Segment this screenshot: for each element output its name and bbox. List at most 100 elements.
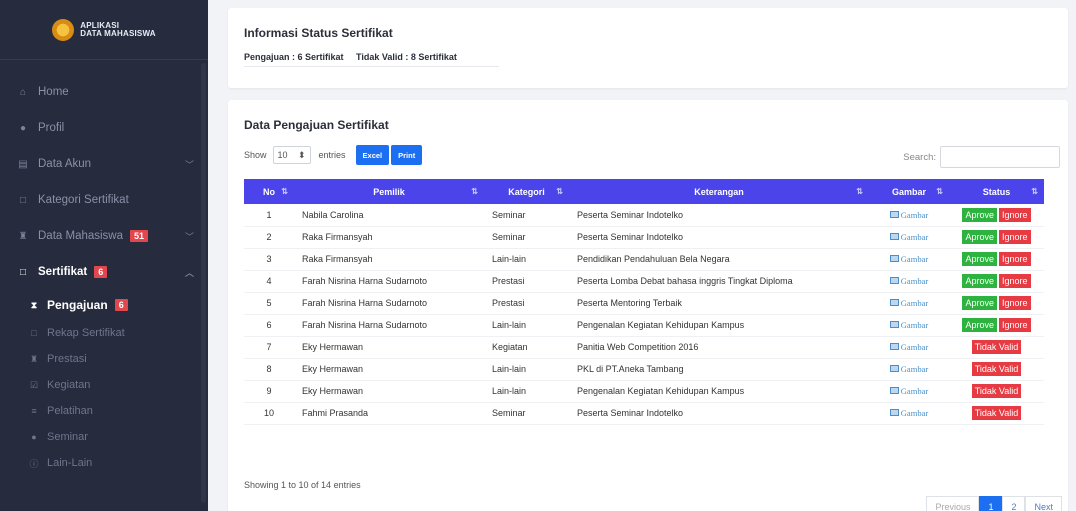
- print-button[interactable]: Print: [391, 145, 423, 165]
- image-icon: [889, 211, 899, 218]
- cell-no: 10: [244, 402, 294, 425]
- entries-select[interactable]: 10 ⬍: [272, 146, 311, 164]
- sidebar-item-sertifikat[interactable]: □ Sertifikat 6 ︿: [0, 254, 208, 290]
- image-icon: [889, 365, 899, 373]
- cell-status: Tidak Valid: [949, 358, 1044, 381]
- cell-kategori: Seminar: [484, 402, 569, 425]
- table-row: 9 Eky Hermawan Lain-lain Pengenalan Kegiata…: [244, 380, 1044, 403]
- ignore-button[interactable]: Ignore: [999, 207, 1031, 222]
- sidebar: APLIKASI DATA MAHASISWA ⌂ Home ● Profil …: [0, 0, 208, 511]
- ignore-button[interactable]: Ignore: [999, 296, 1031, 310]
- cell-gambar: Gambar: [869, 314, 949, 337]
- square-icon: □: [19, 194, 27, 206]
- sidebar-subitem-seminar[interactable]: ● Seminar: [0, 424, 208, 450]
- cell-pemilik: Farah Nisrina Harna Sudarnoto: [294, 270, 484, 293]
- column-header-kategori[interactable]: Kategori ⇅: [484, 179, 569, 204]
- gambar-link[interactable]: Gambar: [889, 386, 928, 396]
- cell-status: Aprove Ignore: [949, 270, 1044, 293]
- sidebar-subitem-lain-lain[interactable]: ⓘ Lain-Lain: [0, 450, 208, 476]
- cell-status: Aprove Ignore: [949, 314, 1044, 337]
- page-2-button[interactable]: 2: [1002, 496, 1026, 511]
- cell-no: 3: [244, 248, 294, 271]
- approve-button[interactable]: Aprove: [962, 318, 997, 332]
- gambar-link[interactable]: Gambar: [889, 232, 928, 242]
- ignore-button[interactable]: Ignore: [999, 252, 1031, 266]
- count-badge: 6: [94, 266, 108, 278]
- cell-status: Aprove Ignore: [949, 248, 1044, 271]
- sidebar-subitem-prestasi[interactable]: ♜ Prestasi: [0, 346, 208, 372]
- cell-kategori: Seminar: [484, 204, 569, 227]
- gambar-link[interactable]: Gambar: [889, 298, 928, 308]
- sidebar-item-data-akun[interactable]: ▤ Data Akun ﹀: [0, 146, 208, 182]
- sidebar-item-data-mahasiswa[interactable]: ♜ Data Mahasiswa 51 ﹀: [0, 218, 208, 254]
- gambar-link[interactable]: Gambar: [889, 407, 929, 418]
- cell-keterangan: Peserta Mentoring Terbaik: [569, 292, 869, 315]
- image-icon: [889, 233, 899, 241]
- table-row: 4 Farah Nisrina Harna Sudarnoto Prestasi Pe…: [244, 270, 1044, 293]
- sidebar-item-label: Kegiatan: [47, 379, 91, 391]
- status-card: Informasi Status Sertifikat Pengajuan : …: [228, 8, 1068, 88]
- sidebar-subitem-kegiatan[interactable]: ☑ Kegiatan: [0, 372, 208, 398]
- approve-button[interactable]: Aprove: [962, 207, 997, 222]
- sort-icon: ⇅: [281, 187, 288, 196]
- brand[interactable]: APLIKASI DATA MAHASISWA: [0, 0, 208, 60]
- gambar-link[interactable]: Gambar: [889, 320, 928, 330]
- sidebar-subitem-pengajuan[interactable]: ⧗ Pengajuan 6: [0, 290, 208, 320]
- table-row: 5 Farah Nisrina Harna Sudarnoto Prestasi Pe…: [244, 292, 1044, 315]
- sidebar-scrollbar[interactable]: [201, 63, 206, 503]
- column-header-gambar[interactable]: Gambar ⇅: [869, 179, 949, 204]
- sort-icon: ⇅: [856, 187, 863, 196]
- gambar-label: Gambar: [900, 275, 929, 286]
- image-icon: [889, 277, 899, 285]
- sidebar-item-profil[interactable]: ● Profil: [0, 110, 208, 146]
- previous-button[interactable]: Previous: [926, 496, 980, 511]
- table-row: 3 Raka Firmansyah Lain-lain Pendidikan Pend…: [244, 248, 1044, 271]
- column-header-keterangan[interactable]: Keterangan ⇅: [569, 179, 869, 204]
- ignore-button[interactable]: Ignore: [999, 274, 1031, 288]
- cell-kategori: Lain-lain: [484, 358, 569, 381]
- gambar-link[interactable]: Gambar: [889, 254, 928, 264]
- approve-button[interactable]: Aprove: [962, 274, 997, 288]
- gambar-link[interactable]: Gambar: [889, 342, 928, 352]
- approve-button[interactable]: Aprove: [962, 252, 997, 266]
- search-label: Search:: [903, 151, 936, 163]
- info-icon: ⓘ: [29, 458, 39, 469]
- cell-kategori: Lain-lain: [484, 380, 569, 403]
- column-header-no[interactable]: No ⇅: [244, 179, 294, 204]
- column-header-status[interactable]: Status ⇅: [949, 179, 1044, 204]
- approve-button[interactable]: Aprove: [962, 230, 997, 244]
- cell-kategori: Lain-lain: [484, 314, 569, 337]
- excel-button[interactable]: Excel: [355, 145, 390, 165]
- sidebar-item-home[interactable]: ⌂ Home: [0, 74, 208, 110]
- ignore-button[interactable]: Ignore: [999, 230, 1031, 244]
- user-icon: ●: [19, 122, 27, 134]
- page-1-button[interactable]: 1: [979, 496, 1003, 511]
- gambar-link[interactable]: Gambar: [889, 209, 929, 220]
- sidebar-item-label: Profil: [38, 122, 65, 134]
- table-row: 7 Eky Hermawan Kegiatan Panitia Web Competi…: [244, 336, 1044, 359]
- gambar-link[interactable]: Gambar: [889, 275, 929, 286]
- cell-keterangan: Peserta Seminar Indotelko: [569, 204, 869, 227]
- square-icon: □: [31, 328, 37, 338]
- gambar-label: Gambar: [900, 407, 929, 418]
- sidebar-item-kategori-sertifikat[interactable]: □ Kategori Sertifikat: [0, 182, 208, 218]
- sidebar-item-label: Home: [38, 86, 69, 98]
- next-button[interactable]: Next: [1025, 496, 1062, 511]
- gambar-label: Gambar: [900, 209, 929, 220]
- ignore-button[interactable]: Ignore: [999, 318, 1031, 332]
- search-input[interactable]: [940, 146, 1060, 168]
- table-header: No ⇅ Pemilik ⇅ Kategori ⇅ Keterangan ⇅ Gamba…: [244, 179, 1044, 204]
- count-badge: 6: [114, 299, 128, 311]
- sort-icon: ⇅: [1031, 187, 1038, 196]
- sidebar-subitem-pelatihan[interactable]: ≡ Pelatihan: [0, 398, 208, 424]
- gambar-link[interactable]: Gambar: [889, 364, 928, 374]
- cell-pemilik: Farah Nisrina Harna Sudarnoto: [294, 292, 484, 315]
- cell-no: 9: [244, 380, 294, 403]
- approve-button[interactable]: Aprove: [962, 296, 997, 310]
- entries-value: 10: [277, 150, 288, 160]
- column-header-pemilik[interactable]: Pemilik ⇅: [294, 179, 484, 204]
- circle-icon: ●: [31, 432, 37, 442]
- sidebar-item-label: Pengajuan: [47, 298, 108, 312]
- image-icon: [889, 409, 899, 417]
- sidebar-subitem-rekap-sertifikat[interactable]: □ Rekap Sertifikat: [0, 320, 208, 346]
